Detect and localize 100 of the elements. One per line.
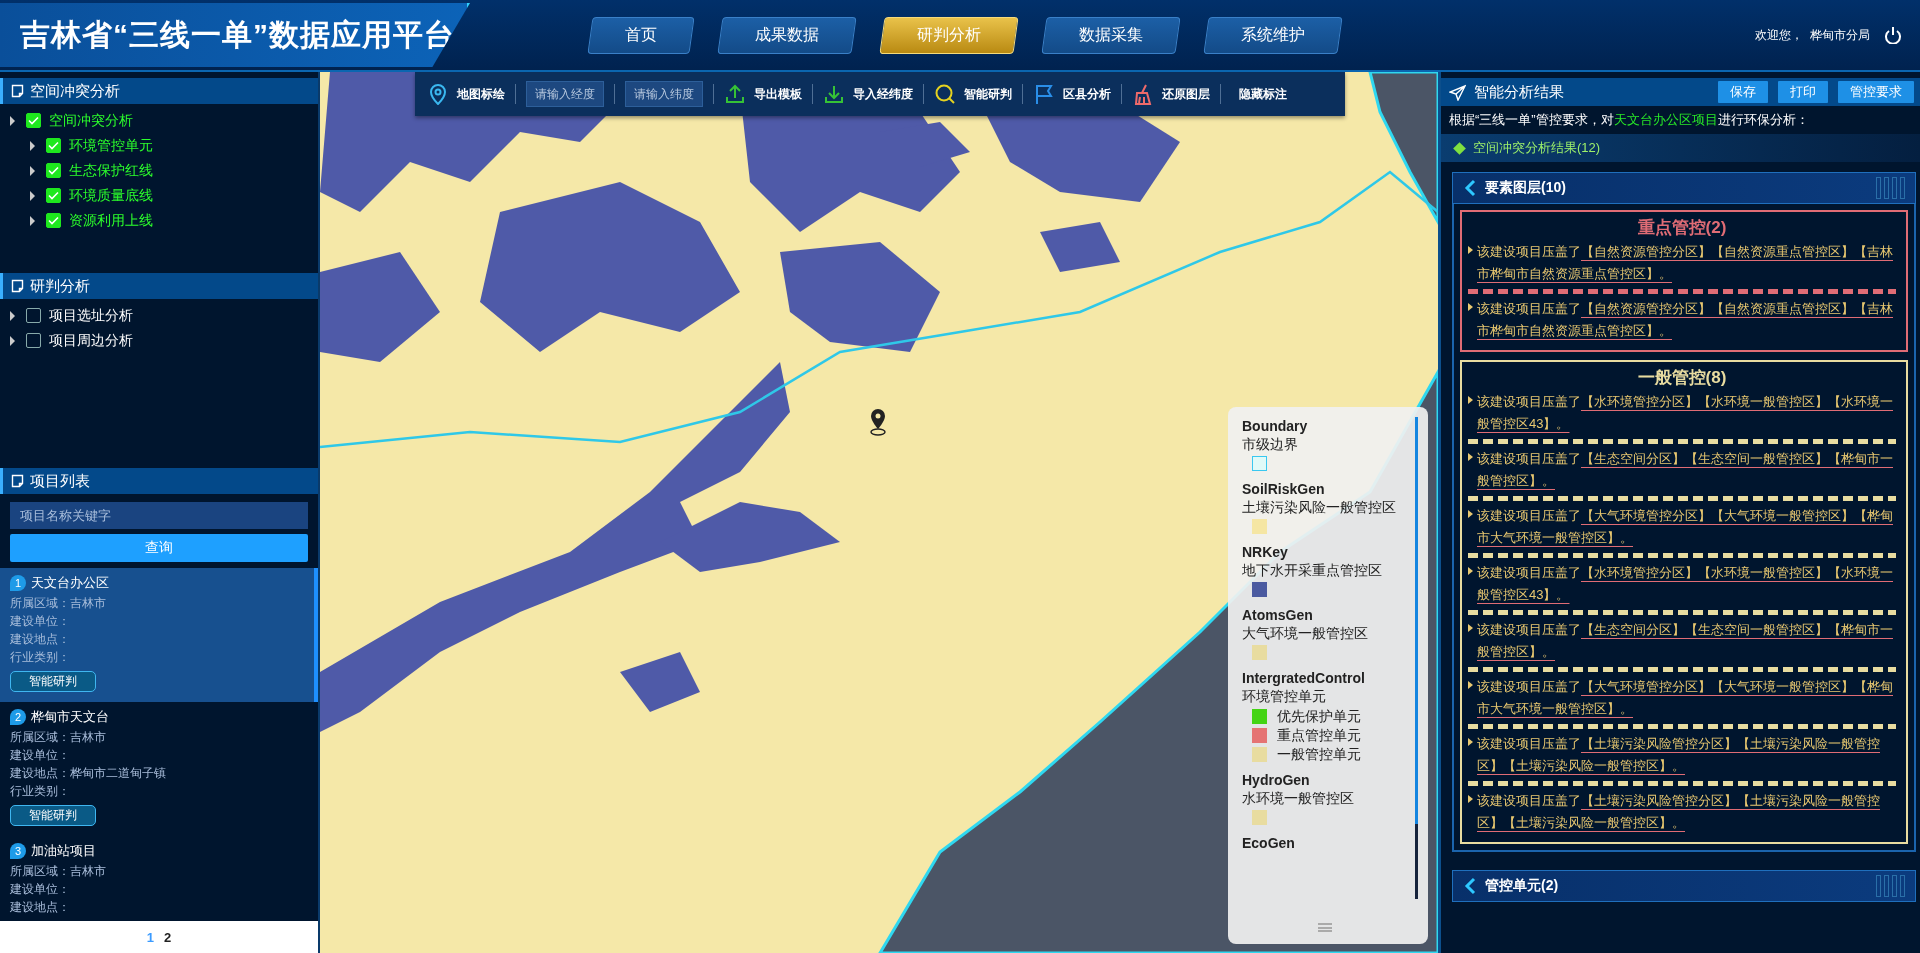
project-field: 所属区域：吉林市: [10, 729, 310, 746]
coordinate-input[interactable]: 请输入纬度: [625, 81, 703, 107]
drag-handle-icon[interactable]: [1318, 923, 1332, 932]
legend-description: 水环境一般管控区: [1242, 789, 1355, 807]
bullet-icon: [1468, 567, 1473, 575]
bullet-icon: [1468, 738, 1473, 746]
result-item-text: 该建设项目压盖了【自然资源管控分区】【自然资源重点管控区】【吉林市桦甸市自然资源重点管控区】。: [1477, 243, 1894, 283]
project-field: 建设单位：: [10, 881, 310, 898]
tree-item-label[interactable]: 环境管控单元: [69, 136, 153, 155]
legend-description: 大气环境一般管控区: [1242, 624, 1369, 642]
legend-label: 优先保护单元: [1277, 708, 1361, 724]
toolbar-button[interactable]: 还原图层: [1132, 83, 1210, 105]
toolbar-button[interactable]: 地图标绘: [427, 83, 505, 105]
number-marker: 3: [10, 843, 26, 859]
upload-icon: [724, 83, 746, 105]
send-icon: [1449, 83, 1466, 101]
project-field: 行业类别：: [10, 783, 310, 800]
project-card[interactable]: 2 桦甸市天文台 所属区域：吉林市 建设单位： 建设地点：桦甸市二道甸子镇 行业类别： 智能研判: [0, 702, 318, 836]
expand-caret-icon[interactable]: [30, 190, 35, 201]
scrollbar[interactable]: [1415, 417, 1418, 824]
tree-item-label[interactable]: 环境质量底线: [69, 186, 153, 205]
expand-caret-icon[interactable]: [10, 335, 15, 346]
project-name[interactable]: 加油站项目: [31, 842, 96, 860]
project-field: 所属区域：吉林市: [10, 863, 310, 880]
note-icon: [11, 84, 24, 98]
project-name[interactable]: 天文台办公区: [31, 574, 109, 592]
page-link[interactable]: 2: [164, 929, 172, 945]
card-title: 一般管控(8): [1636, 367, 1728, 389]
nav-tab[interactable]: 首页: [587, 16, 695, 54]
result-item-text: 该建设项目压盖了【生态空间分区】【生态空间一般管控区】【桦甸市一般管控区】。: [1477, 621, 1894, 661]
toolbar-button[interactable]: 导入经纬度: [823, 83, 913, 105]
tree-item-label[interactable]: 项目周边分析: [49, 331, 133, 350]
project-field: 建设地点：: [10, 899, 310, 916]
expand-caret-icon[interactable]: [30, 215, 35, 226]
checkbox[interactable]: [26, 113, 41, 128]
section-title: 项目列表: [30, 471, 90, 491]
collapse-header[interactable]: 管控单元(2): [1452, 870, 1916, 902]
result-item-text: 该建设项目压盖了【生态空间分区】【生态空间一般管控区】【桦甸市一般管控区】。: [1477, 450, 1894, 490]
nav-tab[interactable]: 数据采集: [1041, 16, 1181, 54]
coordinate-input[interactable]: 请输入经度: [526, 81, 604, 107]
panel-title: 智能分析结果: [1474, 82, 1564, 102]
expand-caret-icon[interactable]: [10, 115, 15, 126]
project-field: 建设单位：: [10, 747, 310, 764]
project-field: 建设单位：: [10, 613, 306, 630]
analyze-button[interactable]: 智能研判: [10, 671, 96, 692]
bars-decoration-icon: [1876, 177, 1905, 199]
legend-layer-name: Boundary: [1242, 417, 1309, 435]
broom-icon: [1132, 83, 1154, 105]
toolbar-button[interactable]: 隐藏标注: [1231, 85, 1295, 103]
number-marker: 2: [10, 709, 26, 725]
bars-decoration-icon: [1876, 875, 1905, 897]
legend-layer-name: IntergratedControl: [1242, 669, 1366, 687]
toolbar-button[interactable]: 导出模板: [724, 83, 802, 105]
bullet-icon: [1468, 396, 1473, 404]
checkbox[interactable]: [46, 138, 61, 153]
result-item-text: 该建设项目压盖了【水环境管控分区】【水环境一般管控区】【水环境一般管控区43】。: [1477, 393, 1894, 433]
checkbox[interactable]: [46, 188, 61, 203]
result-summary-bar[interactable]: 空间冲突分析结果(12): [1441, 134, 1920, 162]
analyze-button[interactable]: 智能研判: [10, 805, 96, 826]
legend-layer-name: SoilRiskGen: [1242, 480, 1326, 498]
legend-label: 重点管控单元: [1277, 727, 1361, 743]
location-pin-icon: [427, 83, 449, 105]
bullet-icon: [1468, 510, 1473, 518]
project-field: 建设地点：桦甸市二道甸子镇: [10, 765, 310, 782]
legend-layer-name: AtomsGen: [1242, 606, 1314, 624]
power-icon[interactable]: [1884, 26, 1902, 44]
checkbox[interactable]: [26, 308, 41, 323]
section-title: 空间冲突分析: [30, 81, 120, 101]
tree-item-label[interactable]: 项目选址分析: [49, 306, 133, 325]
checkbox[interactable]: [46, 213, 61, 228]
toolbar-button[interactable]: 区县分析: [1033, 83, 1111, 105]
section-title: 研判分析: [30, 276, 90, 296]
expand-caret-icon[interactable]: [10, 310, 15, 321]
search-field[interactable]: 项目名称关键字: [10, 502, 308, 529]
nav-tab[interactable]: 系统维护: [1203, 16, 1343, 54]
expand-caret-icon[interactable]: [30, 165, 35, 176]
checkbox[interactable]: [26, 333, 41, 348]
tree-item-label[interactable]: 资源利用上线: [69, 211, 153, 230]
bullet-icon: [1468, 303, 1473, 311]
bullet-icon: [1468, 246, 1473, 254]
legend-description: 环境管控单元: [1242, 687, 1327, 705]
toolbar-button[interactable]: 智能研判: [934, 83, 1012, 105]
flag-icon: [1033, 83, 1055, 105]
project-field: 建设地点：: [10, 631, 306, 648]
chevron-left-icon: [1463, 179, 1477, 197]
expand-caret-icon[interactable]: [30, 140, 35, 151]
bullet-icon: [1468, 453, 1473, 461]
bullet-icon: [1468, 624, 1473, 632]
nav-tab[interactable]: 成果数据: [717, 16, 857, 54]
legend-layer-name: HydroGen: [1242, 771, 1311, 789]
tree-item-label[interactable]: 生态保护红线: [69, 161, 153, 180]
tree-item-label[interactable]: 空间冲突分析: [49, 111, 133, 130]
project-name[interactable]: 桦甸市天文台: [31, 708, 109, 726]
project-card[interactable]: 3 加油站项目 所属区域：吉林市 建设单位： 建设地点：: [0, 836, 318, 921]
collapse-header[interactable]: 要素图层(10): [1452, 172, 1916, 204]
legend-description: 地下水开采重点管控区: [1242, 561, 1383, 579]
checkbox[interactable]: [46, 163, 61, 178]
card-title: 重点管控(2): [1636, 217, 1728, 239]
location-pin-icon: [869, 408, 887, 436]
project-card[interactable]: 1 天文台办公区 所属区域：吉林市 建设单位： 建设地点： 行业类别： 智能研判: [0, 568, 318, 702]
